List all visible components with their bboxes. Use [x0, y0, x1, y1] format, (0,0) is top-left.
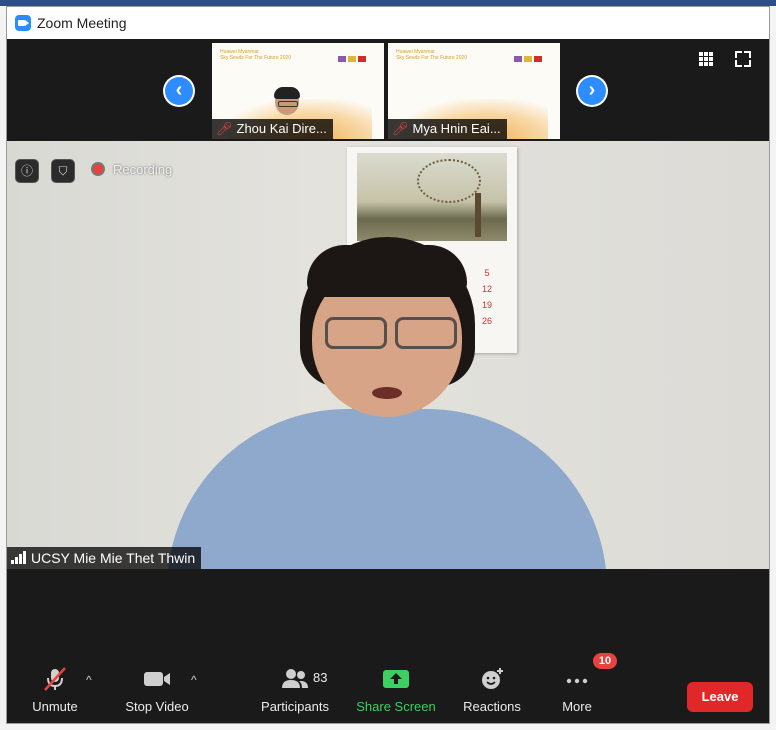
security-button[interactable]: ⛉: [51, 159, 75, 183]
slide-subtitle: Sky Seeds For The Future 2020: [220, 55, 292, 61]
participant-name-tag: 🎤︎ Mya Hnin Eai...: [388, 119, 507, 139]
slide-text: Huawei Myanmar Sky Seeds For The Future …: [396, 49, 467, 61]
share-screen-icon: [383, 670, 409, 688]
video-options-caret[interactable]: ^: [191, 673, 197, 687]
reactions-button[interactable]: Reactions: [459, 667, 525, 714]
participants-button[interactable]: 83 Participants: [257, 667, 333, 714]
active-speaker-video: 345 101112 171819 242526 ⓘ ⛉ Recording: [7, 141, 769, 569]
more-button[interactable]: More: [555, 667, 599, 714]
prev-page-button[interactable]: ‹: [163, 75, 195, 107]
video-camera-icon: [144, 672, 170, 686]
more-dots-icon: [566, 678, 588, 684]
audio-options-caret[interactable]: ^: [86, 673, 92, 687]
stop-video-label: Stop Video: [125, 699, 189, 714]
unmute-button[interactable]: Unmute: [25, 667, 85, 714]
participant-thumbnail[interactable]: Huawei Myanmar Sky Seeds For The Future …: [388, 43, 560, 139]
participants-count: 83: [313, 670, 328, 685]
gallery-strip: ‹ Huawei Myanmar Sky Seeds For The Futur…: [7, 39, 769, 141]
chevron-left-icon: ‹: [165, 77, 193, 105]
stop-video-button[interactable]: Stop Video: [119, 667, 195, 714]
slide-subtitle: Sky Seeds For The Future 2020: [396, 55, 468, 61]
slide-logos: [512, 49, 552, 62]
speaker-figure: [167, 237, 607, 569]
recording-indicator: Recording: [91, 161, 172, 179]
chevron-right-icon: ›: [578, 77, 606, 105]
slide-logos: [336, 49, 376, 62]
more-label: More: [562, 699, 592, 714]
participant-name: Mya Hnin Eai...: [412, 121, 501, 136]
signal-strength-icon: [11, 551, 27, 564]
info-icon: ⓘ: [20, 164, 33, 178]
zoom-app-icon: [15, 15, 31, 31]
speaker-name: UCSY Mie Mie Thet Thwin: [31, 550, 196, 566]
participant-name-tag: 🎤︎ Zhou Kai Dire...: [212, 119, 333, 139]
participants-label: Participants: [261, 699, 329, 714]
fullscreen-icon[interactable]: [735, 51, 751, 67]
participant-name: Zhou Kai Dire...: [236, 121, 327, 136]
window-title: Zoom Meeting: [37, 15, 127, 31]
mic-muted-icon: [44, 667, 66, 691]
mic-muted-icon: 🎤︎: [392, 121, 409, 136]
smile-plus-icon: [482, 668, 503, 689]
recording-dot-icon: [91, 162, 105, 176]
shield-icon: ⛉: [58, 164, 68, 178]
participant-thumbnail[interactable]: Huawei Myanmar Sky Seeds For The Future …: [212, 43, 384, 139]
leave-button[interactable]: Leave: [687, 682, 753, 712]
title-bar: Zoom Meeting: [7, 7, 769, 39]
share-screen-label: Share Screen: [356, 699, 436, 714]
reactions-label: Reactions: [463, 699, 521, 714]
next-page-button[interactable]: ›: [576, 75, 608, 107]
notification-badge: 10: [593, 653, 617, 669]
speaker-name-tag: UCSY Mie Mie Thet Thwin: [7, 547, 202, 569]
meeting-toolbar: Unmute ^ Stop Video ^ 83 Participants Sh…: [7, 653, 769, 723]
recording-label: Recording: [113, 162, 173, 177]
meeting-info-button[interactable]: ⓘ: [15, 159, 39, 183]
slide-text: Huawei Myanmar Sky Seeds For The Future …: [220, 49, 291, 61]
zoom-window: Zoom Meeting ‹ Huawei Myanmar Sky Seeds …: [6, 6, 770, 724]
mic-muted-icon: 🎤︎: [216, 121, 233, 136]
share-screen-button[interactable]: Share Screen: [355, 667, 437, 714]
grid-view-icon[interactable]: [699, 52, 714, 67]
unmute-label: Unmute: [32, 699, 78, 714]
participants-icon: [282, 669, 308, 688]
